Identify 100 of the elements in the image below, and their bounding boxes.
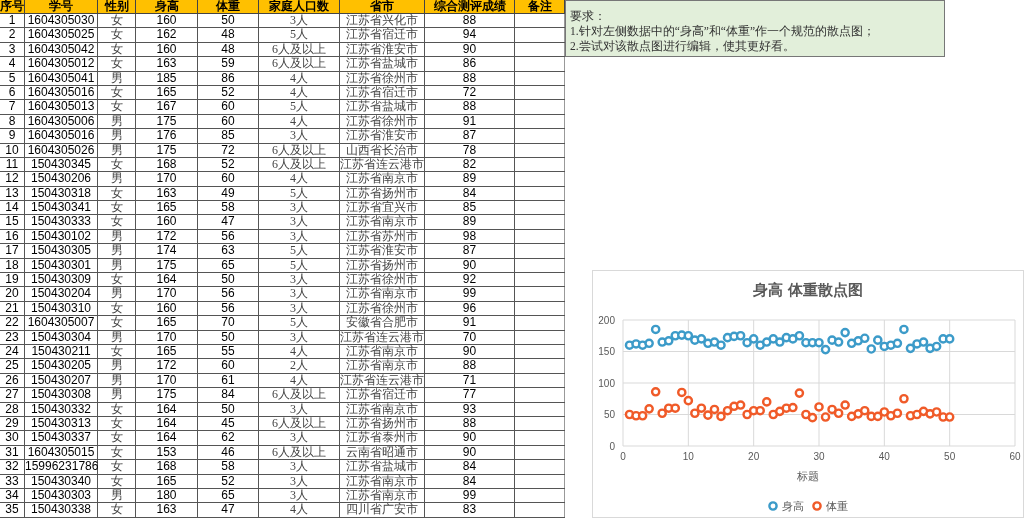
legend-label: 体重 [826, 499, 848, 514]
data-point [794, 388, 805, 398]
table-cell: 48 [198, 42, 259, 57]
table-cell: 16 [0, 229, 25, 244]
table-cell: 1604305012 [25, 57, 98, 71]
table-cell: 150430206 [25, 172, 98, 186]
table-cell: 男 [98, 129, 136, 143]
data-point [683, 395, 694, 406]
table-cell: 86 [198, 71, 259, 85]
data-point [709, 404, 720, 415]
table-cell: 52 [198, 474, 259, 488]
table-cell: 48 [198, 28, 259, 42]
data-point [814, 402, 824, 412]
table-cell: 江苏省连云港市 [340, 330, 425, 344]
data-point [703, 410, 713, 420]
table-cell: 江苏省徐州市 [340, 273, 425, 287]
column-header: 体重 [198, 0, 259, 13]
table-cell: 150430102 [25, 229, 98, 244]
column-header: 家庭人口数 [259, 0, 340, 13]
data-point [840, 400, 850, 410]
data-point [644, 338, 654, 349]
table-cell: 150430338 [25, 503, 98, 517]
table-cell: 男 [98, 373, 136, 388]
table-cell: 6人及以上 [259, 42, 340, 57]
column-header: 序号 [0, 0, 25, 13]
table-cell: 江苏省南京市 [340, 402, 425, 416]
table-cell: 5人 [259, 316, 340, 330]
data-point [637, 410, 648, 421]
table-cell: 6人及以上 [259, 416, 340, 431]
table-cell: 96 [425, 301, 515, 316]
table-cell: 女 [98, 28, 136, 42]
table-cell: 150430332 [25, 402, 98, 416]
table-cell: 65 [198, 488, 259, 503]
table-cell: 84 [425, 474, 515, 488]
table-cell: 94 [425, 28, 515, 42]
table-cell: 88 [425, 71, 515, 85]
table-cell: 江苏省扬州市 [340, 416, 425, 431]
table-cell: 65 [198, 258, 259, 273]
table-cell: 167 [136, 100, 198, 114]
table-cell: 175 [136, 258, 198, 273]
table-cell: 江苏省徐州市 [340, 71, 425, 85]
table-cell: 江苏省盐城市 [340, 57, 425, 71]
data-point [657, 408, 667, 419]
table-cell: 14 [0, 201, 25, 215]
column-header: 身高 [136, 0, 198, 13]
table-cell: 85 [425, 201, 515, 215]
table-cell: 72 [425, 85, 515, 100]
table-cell: 60 [198, 359, 259, 373]
table-cell: 70 [198, 316, 259, 330]
table-cell: 85 [198, 129, 259, 143]
table-cell: 江苏省徐州市 [340, 301, 425, 316]
column-header: 性别 [98, 0, 136, 13]
table-cell: 男 [98, 114, 136, 129]
note-text: 1.针对左侧数据中的“身高”和“体重”作一个规范的散点图； [570, 24, 877, 39]
table-cell: 6人及以上 [259, 57, 340, 71]
table-cell: 1604305015 [25, 445, 98, 460]
table-cell: 33 [0, 474, 25, 488]
data-point [716, 411, 726, 422]
data-point [944, 334, 955, 344]
data-point [761, 397, 772, 407]
table-cell: 江苏省淮安市 [340, 244, 425, 258]
chart-title: 身高 体重散点图 [753, 280, 863, 300]
table-cell: 163 [136, 186, 198, 201]
data-point [931, 341, 942, 352]
table-cell: 63 [198, 244, 259, 258]
table-cell: 150430301 [25, 258, 98, 273]
table-cell: 84 [425, 460, 515, 474]
table-cell: 7 [0, 100, 25, 114]
table-cell: 4人 [259, 114, 340, 129]
table-cell: 1604305007 [25, 316, 98, 330]
table-cell: 女 [98, 85, 136, 100]
table-cell: 31 [0, 445, 25, 460]
data-point [775, 337, 785, 347]
table-cell: 28 [0, 402, 25, 416]
table-cell: 91 [425, 316, 515, 330]
table-cell: 172 [136, 229, 198, 244]
table-cell: 1604305026 [25, 143, 98, 157]
table-cell: 168 [136, 157, 198, 172]
table-cell: 女 [98, 345, 136, 359]
table-cell: 175 [136, 388, 198, 402]
table-cell: 江苏省徐州市 [340, 114, 425, 129]
table-cell: 163 [136, 57, 198, 71]
column-header: 省市 [340, 0, 425, 13]
data-point [794, 330, 805, 341]
table-cell: 1604305042 [25, 42, 98, 57]
table-cell: 83 [425, 503, 515, 517]
table-cell: 150430211 [25, 345, 98, 359]
data-point [866, 344, 877, 354]
table-cell: 93 [425, 402, 515, 416]
table-cell: 165 [136, 316, 198, 330]
axis-tick-label: 0 [620, 451, 626, 462]
table-cell: 5人 [259, 244, 340, 258]
data-point [650, 387, 661, 397]
table-cell: 3人 [259, 273, 340, 287]
table-cell: 72 [198, 143, 259, 157]
table-cell: 150430204 [25, 287, 98, 301]
table-cell: 150430313 [25, 416, 98, 431]
table-cell: 59 [198, 57, 259, 71]
data-point [735, 330, 746, 341]
table-cell: 27 [0, 388, 25, 402]
